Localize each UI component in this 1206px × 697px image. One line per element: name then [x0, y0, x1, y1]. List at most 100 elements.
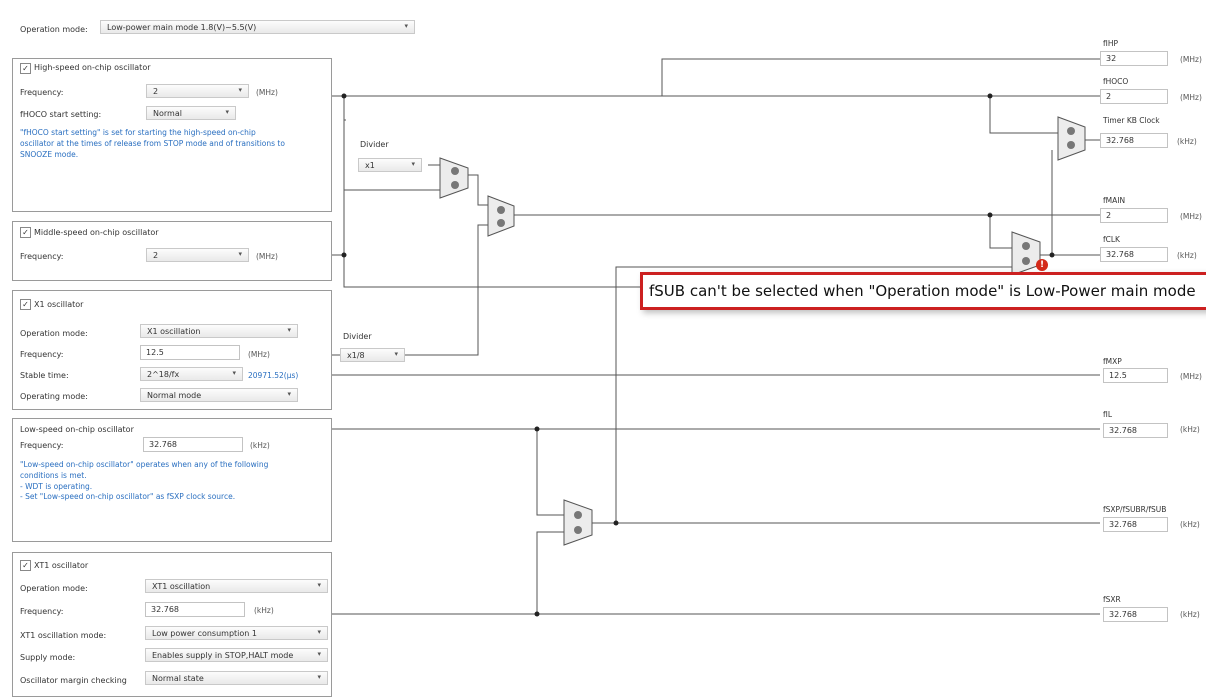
- fmain-unit: (MHz): [1180, 212, 1202, 221]
- divider1-label: Divider: [360, 140, 389, 149]
- operation-mode-label: Operation mode:: [20, 25, 88, 34]
- chevron-down-icon: ▾: [317, 650, 321, 658]
- x1-opmode-label: Operating mode:: [20, 392, 88, 401]
- hoco-checkbox[interactable]: ✓: [20, 63, 31, 74]
- hoco-freq-value: 2: [153, 87, 159, 96]
- xt1-osc-select[interactable]: Low power consumption 1 ▾: [145, 626, 328, 640]
- fsxp-value: 32.768: [1103, 517, 1168, 532]
- hoco-freq-unit: (MHz): [256, 88, 278, 97]
- xt1-margin-label: Oscillator margin checking: [20, 676, 127, 685]
- divider2-value: x1/8: [347, 351, 365, 360]
- fil-label: fIL: [1103, 410, 1113, 419]
- xt1-osc-label: XT1 oscillation mode:: [20, 631, 107, 640]
- hoco-title: High-speed on-chip oscillator: [34, 63, 151, 72]
- x1-freq-input[interactable]: 12.5: [140, 345, 240, 360]
- chevron-down-icon: ▾: [411, 160, 415, 168]
- x1-mode-select[interactable]: X1 oscillation ▾: [140, 324, 298, 338]
- chevron-down-icon: ▾: [394, 350, 398, 358]
- chevron-down-icon: ▾: [317, 673, 321, 681]
- x1-stable-select[interactable]: 2^18/fx ▾: [140, 367, 243, 381]
- chevron-down-icon: ▾: [317, 628, 321, 636]
- fihp-value: 32: [1100, 51, 1168, 66]
- fmxp-unit: (MHz): [1180, 372, 1202, 381]
- fsxp-label: fSXP/fSUBR/fSUB: [1103, 505, 1167, 514]
- xt1-mode-label: Operation mode:: [20, 584, 88, 593]
- xt1-freq-input[interactable]: 32.768: [145, 602, 245, 617]
- fclk-unit: (kHz): [1177, 251, 1197, 260]
- hoco-freq-select[interactable]: 2 ▾: [146, 84, 249, 98]
- loco-freq-label: Frequency:: [20, 441, 64, 450]
- xt1-title: XT1 oscillator: [34, 561, 89, 570]
- error-icon[interactable]: !: [1036, 259, 1048, 271]
- xt1-osc-value: Low power consumption 1: [152, 629, 257, 638]
- xt1-freq-unit: (kHz): [254, 606, 274, 615]
- xt1-mode-value: XT1 oscillation: [152, 582, 211, 591]
- fsxr-unit: (kHz): [1180, 610, 1200, 619]
- divider2-select[interactable]: x1/8 ▾: [340, 348, 405, 362]
- mux-fclk: [1011, 231, 1041, 276]
- fil-unit: (kHz): [1180, 425, 1200, 434]
- moco-freq-select[interactable]: 2 ▾: [146, 248, 249, 262]
- chevron-down-icon: ▾: [317, 581, 321, 589]
- xt1-supply-value: Enables supply in STOP,HALT mode: [152, 651, 294, 660]
- chevron-down-icon: ▾: [287, 390, 291, 398]
- hoco-start-value: Normal: [153, 109, 182, 118]
- moco-freq-label: Frequency:: [20, 252, 64, 261]
- mux-main: [487, 195, 515, 237]
- mux-timerkb: [1057, 116, 1086, 161]
- divider1-value: x1: [365, 161, 375, 170]
- mux-divider1: [439, 157, 469, 199]
- loco-note-1: "Low-speed on-chip oscillator" operates …: [20, 460, 269, 480]
- xt1-checkbox[interactable]: ✓: [20, 560, 31, 571]
- timerkb-value: 32.768: [1100, 133, 1168, 148]
- x1-mode-value: X1 oscillation: [147, 327, 201, 336]
- fclk-label: fCLK: [1103, 235, 1120, 244]
- mux-fsub: [563, 499, 593, 546]
- chevron-down-icon: ▾: [232, 369, 236, 377]
- xt1-supply-select[interactable]: Enables supply in STOP,HALT mode ▾: [145, 648, 328, 662]
- operation-mode-value: Low-power main mode 1.8(V)~5.5(V): [107, 23, 257, 32]
- loco-freq-input[interactable]: 32.768: [143, 437, 243, 452]
- x1-mode-label: Operation mode:: [20, 329, 88, 338]
- x1-title: X1 oscillator: [34, 300, 84, 309]
- chevron-down-icon: ▾: [238, 86, 242, 94]
- divider1-select[interactable]: x1 ▾: [358, 158, 422, 172]
- xt1-mode-select[interactable]: XT1 oscillation ▾: [145, 579, 328, 593]
- hoco-start-select[interactable]: Normal ▾: [146, 106, 236, 120]
- chevron-down-icon: ▾: [225, 108, 229, 116]
- fclk-value: 32.768: [1100, 247, 1168, 262]
- fmain-value: 2: [1100, 208, 1168, 223]
- fihp-unit: (MHz): [1180, 55, 1202, 64]
- x1-freq-unit: (MHz): [248, 350, 270, 359]
- moco-freq-value: 2: [153, 251, 159, 260]
- fhoco-value: 2: [1100, 89, 1168, 104]
- x1-stable-value: 2^18/fx: [147, 370, 180, 379]
- x1-opmode-select[interactable]: Normal mode ▾: [140, 388, 298, 402]
- chevron-down-icon: ▾: [238, 250, 242, 258]
- x1-stable-label: Stable time:: [20, 371, 69, 380]
- operation-mode-select[interactable]: Low-power main mode 1.8(V)~5.5(V) ▾: [100, 20, 415, 34]
- moco-title: Middle-speed on-chip oscillator: [34, 228, 159, 237]
- loco-freq-unit: (kHz): [250, 441, 270, 450]
- x1-checkbox[interactable]: ✓: [20, 299, 31, 310]
- fihp-label: fIHP: [1103, 39, 1119, 48]
- fsxr-value: 32.768: [1103, 607, 1168, 622]
- divider2-label: Divider: [343, 332, 372, 341]
- timerkb-label: Timer KB Clock: [1103, 116, 1160, 125]
- xt1-margin-select[interactable]: Normal state ▾: [145, 671, 328, 685]
- fhoco-unit: (MHz): [1180, 93, 1202, 102]
- loco-title: Low-speed on-chip oscillator: [20, 425, 134, 434]
- fhoco-label: fHOCO: [1103, 77, 1129, 86]
- hoco-freq-label: Frequency:: [20, 88, 64, 97]
- fil-value: 32.768: [1103, 423, 1168, 438]
- loco-note-3: - Set "Low-speed on-chip oscillator" as …: [20, 492, 236, 501]
- chevron-down-icon: ▾: [404, 22, 408, 30]
- fmxp-label: fMXP: [1103, 357, 1122, 366]
- fmain-label: fMAIN: [1103, 196, 1126, 205]
- chevron-down-icon: ▾: [287, 326, 291, 334]
- fsxr-label: fSXR: [1103, 595, 1121, 604]
- x1-opmode-value: Normal mode: [147, 391, 202, 400]
- moco-freq-unit: (MHz): [256, 252, 278, 261]
- moco-checkbox[interactable]: ✓: [20, 227, 31, 238]
- fsxp-unit: (kHz): [1180, 520, 1200, 529]
